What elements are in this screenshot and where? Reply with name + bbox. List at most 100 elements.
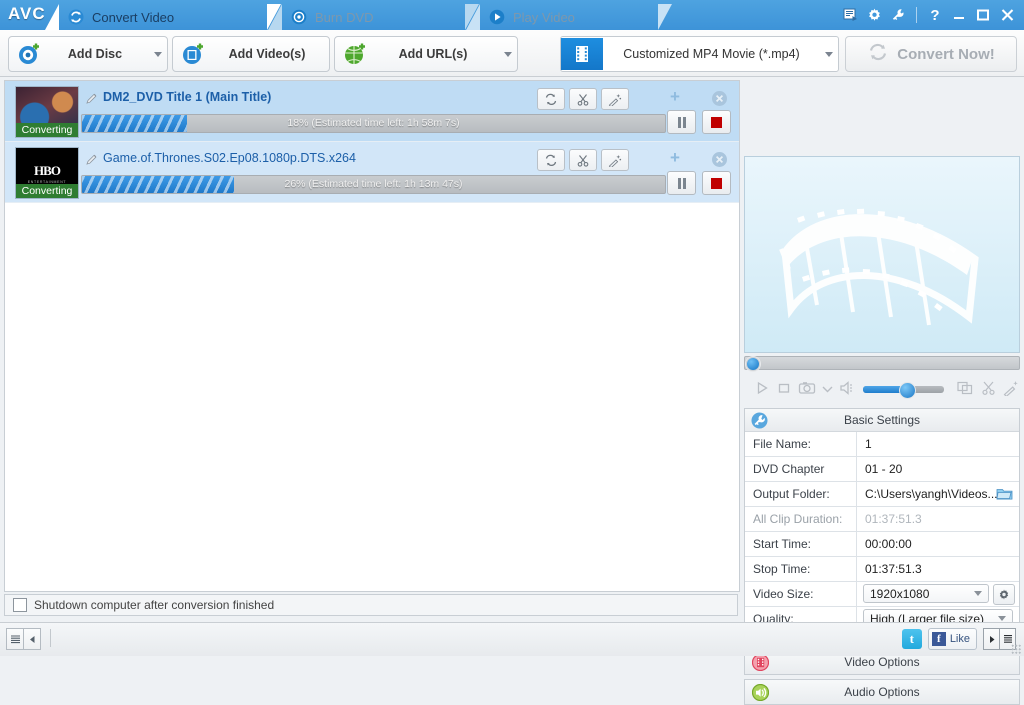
table-row[interactable]: HBO ENTERTAINMENT Converting Game.of.Thr… [5, 142, 739, 203]
stop-square [711, 116, 722, 128]
tab-burn-dvd[interactable]: Burn DVD [268, 4, 479, 30]
shutdown-option-bar: Shutdown computer after conversion finis… [4, 594, 738, 616]
table-row[interactable]: Converting DM2_DVD Title 1 (Main Title) [5, 81, 739, 142]
rename-pencil-icon[interactable] [85, 153, 98, 166]
minimize-icon[interactable] [948, 4, 970, 26]
pause-bar [682, 177, 686, 189]
status-badge: Converting [16, 123, 78, 137]
chevron-down-icon[interactable] [149, 51, 167, 57]
setting-label: DVD Chapter [745, 457, 857, 481]
chevron-down-icon[interactable] [499, 51, 517, 57]
magic-wand-icon[interactable] [1003, 380, 1020, 399]
video-preview[interactable] [744, 156, 1020, 353]
help-icon[interactable]: ? [924, 4, 946, 26]
list-view-icon[interactable] [6, 628, 24, 650]
add-icon[interactable]: + [667, 149, 683, 167]
setting-value[interactable]: C:\Users\yangh\Videos... [865, 487, 998, 501]
pause-button[interactable] [667, 110, 696, 134]
volume-slider[interactable] [863, 381, 944, 399]
magic-wand-icon[interactable] [601, 149, 629, 171]
preview-seek-bar[interactable] [744, 356, 1020, 371]
resize-grip[interactable] [1011, 644, 1021, 654]
tab-convert-video[interactable]: Convert Video [45, 4, 281, 30]
setting-label: Output Folder: [745, 482, 857, 506]
output-profile-selector[interactable]: Customized MP4 Movie (*.mp4) [560, 36, 839, 72]
rename-pencil-icon[interactable] [85, 92, 98, 105]
remove-icon[interactable] [712, 152, 727, 167]
chevron-down-icon [998, 616, 1006, 621]
file-name[interactable]: DM2_DVD Title 1 (Main Title) [103, 90, 271, 104]
rotate-icon[interactable] [537, 149, 565, 171]
add-disc-button[interactable]: Add Disc [8, 36, 168, 72]
shutdown-checkbox[interactable] [13, 598, 27, 612]
speaker-icon[interactable] [839, 380, 857, 399]
setting-value[interactable]: 01 - 20 [857, 457, 1019, 481]
facebook-like-button[interactable]: f Like [927, 628, 977, 650]
add-urls-label: Add URL(s) [398, 47, 468, 61]
progress-bar: 18% (Estimated time left: 1h 58m 7s) [81, 114, 666, 133]
convert-now-button[interactable]: Convert Now! [845, 36, 1017, 72]
audio-options-button[interactable]: Audio Options [744, 679, 1020, 705]
add-disc-icon [15, 42, 45, 66]
volume-handle[interactable] [898, 381, 916, 399]
collapse-left-icon[interactable] [24, 628, 41, 650]
status-separator [50, 629, 51, 647]
stop-icon[interactable] [776, 380, 792, 399]
camera-icon[interactable] [798, 380, 816, 399]
play-icon[interactable] [754, 380, 770, 399]
add-videos-button[interactable]: Add Video(s) [172, 36, 330, 72]
volume-fill [863, 385, 902, 393]
setting-value[interactable]: 1 [857, 432, 1019, 456]
maximize-icon[interactable] [972, 4, 994, 26]
twitter-glyph: t [909, 631, 914, 646]
title-bar: AVC Convert Video Burn DVD Play Video ? [0, 0, 1024, 30]
add-urls-button[interactable]: Add URL(s) [334, 36, 518, 72]
scissors-icon[interactable] [569, 88, 597, 110]
scissors-icon[interactable] [569, 149, 597, 171]
tab-play-video[interactable]: Play Video [466, 4, 672, 30]
browse-folder-icon[interactable] [996, 486, 1013, 501]
film-icon [745, 653, 775, 671]
rotate-icon[interactable] [537, 88, 565, 110]
scissors-icon[interactable] [980, 380, 997, 399]
close-icon[interactable] [996, 4, 1018, 26]
setting-value[interactable]: 01:37:51.3 [857, 557, 1019, 581]
setting-row-start-time: Start Time: 00:00:00 [745, 532, 1019, 557]
video-size-select[interactable]: 1920x1080 [863, 584, 989, 603]
stop-button[interactable] [702, 171, 731, 195]
stop-square [711, 177, 722, 189]
chevron-down-icon[interactable] [820, 51, 838, 57]
expand-right-icon[interactable] [983, 628, 1000, 650]
chevron-down-icon[interactable] [822, 382, 833, 396]
pause-bar [677, 116, 681, 128]
magic-wand-icon[interactable] [601, 88, 629, 110]
transport-buttons [667, 171, 731, 195]
add-icon[interactable]: + [667, 88, 683, 106]
window-controls: ? [839, 0, 1018, 30]
social-buttons: t f Like [901, 628, 1016, 650]
stop-button[interactable] [702, 110, 731, 134]
status-left-buttons [6, 628, 41, 650]
task-list-icon[interactable] [839, 4, 861, 26]
gear-icon[interactable] [863, 4, 885, 26]
status-bar: t f Like [0, 622, 1024, 656]
setting-row-dvd-chapter: DVD Chapter 01 - 20 [745, 457, 1019, 482]
pause-button[interactable] [667, 171, 696, 195]
basic-settings-title: Basic Settings [843, 413, 921, 427]
video-size-settings-gear-icon[interactable] [993, 584, 1015, 605]
twitter-icon[interactable]: t [901, 629, 922, 649]
player-controls [744, 374, 1020, 404]
main-toolbar: Add Disc Add Video(s) Add URL(s) Customi… [0, 30, 1024, 77]
add-videos-label: Add Video(s) [228, 47, 306, 61]
film-profile-icon [561, 38, 603, 70]
picture-in-picture-icon[interactable] [956, 380, 974, 399]
convert-icon [68, 9, 84, 25]
wrench-icon[interactable] [887, 4, 909, 26]
video-thumbnail: Converting [15, 86, 79, 138]
remove-icon[interactable] [712, 91, 727, 106]
seek-handle[interactable] [746, 357, 760, 371]
file-name[interactable]: Game.of.Thrones.S02.Ep08.1080p.DTS.x264 [103, 151, 356, 165]
play-icon [489, 9, 505, 25]
setting-label: All Clip Duration: [745, 507, 857, 531]
setting-value[interactable]: 00:00:00 [857, 532, 1019, 556]
